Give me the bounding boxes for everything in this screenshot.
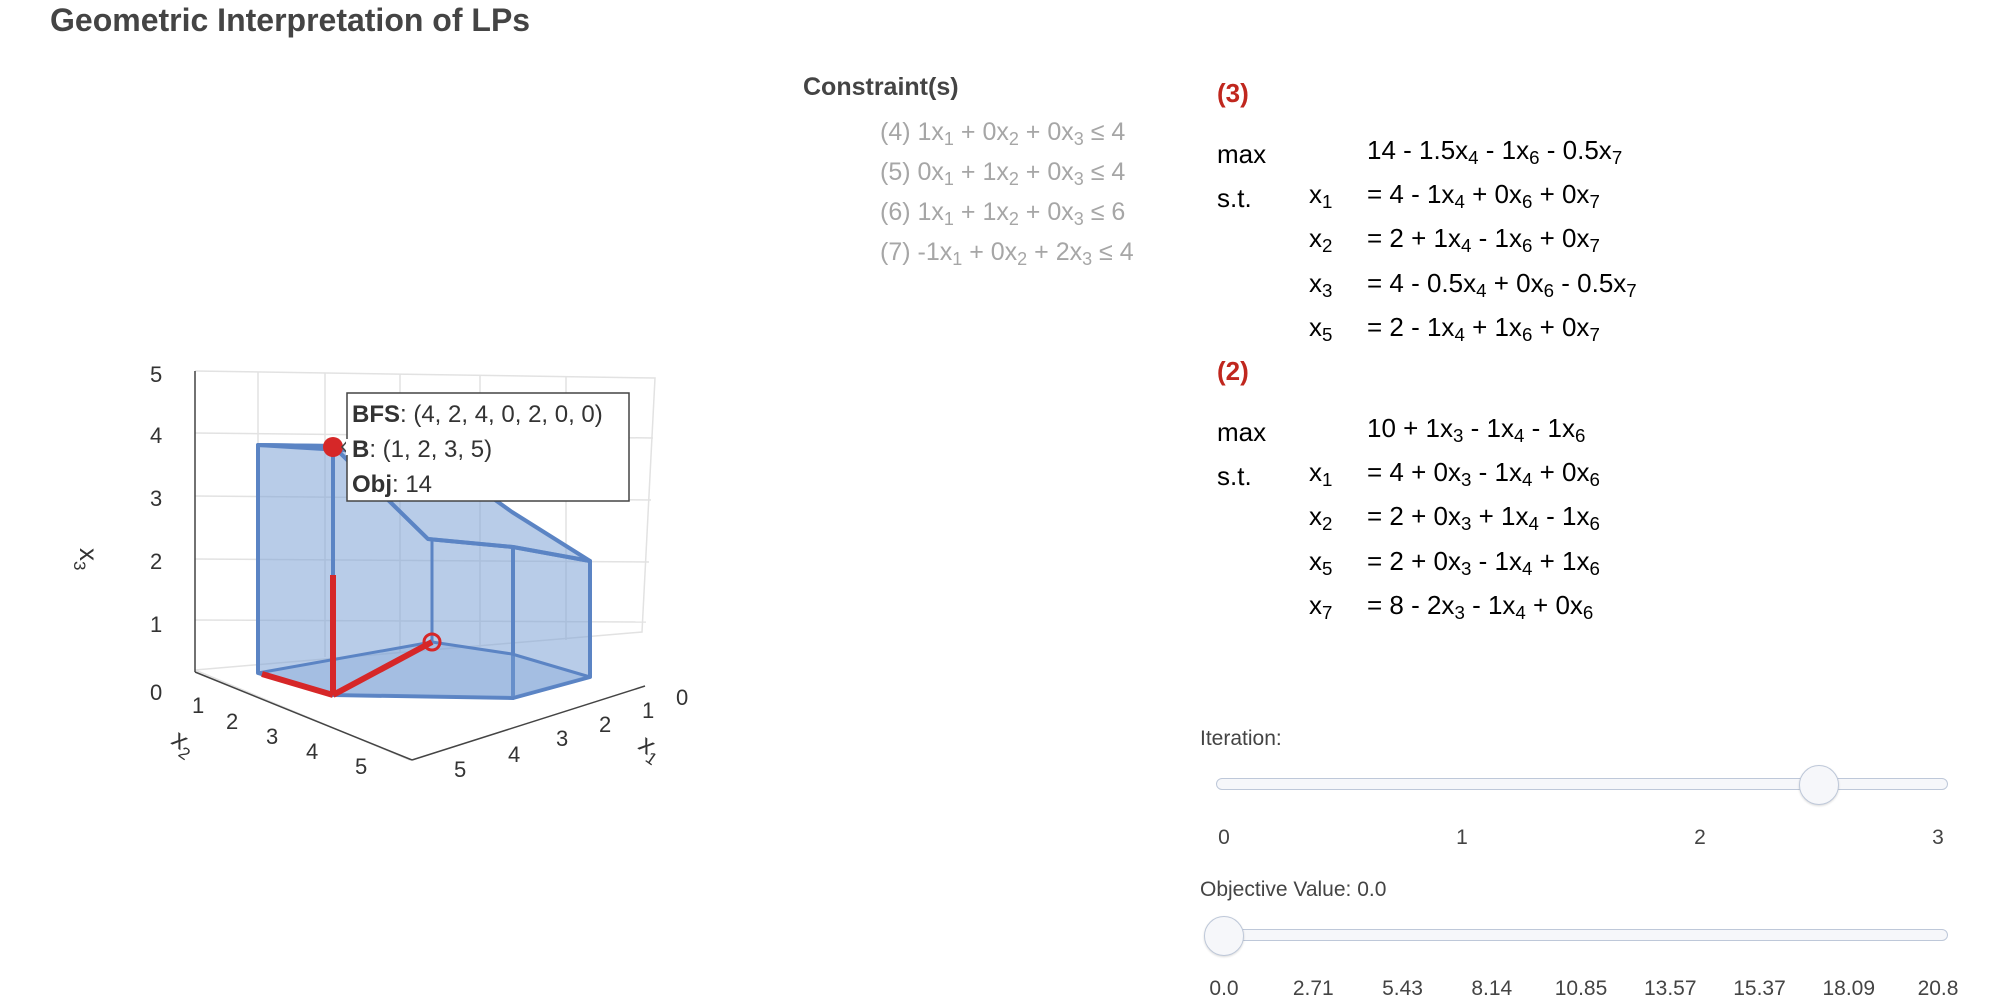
- slider-tick-label: 20.8: [1917, 977, 1959, 1000]
- objective-expr: 14 - 1.5x4 - 1x6 - 0.5x7: [1367, 135, 1623, 169]
- z-tick: 3: [150, 486, 162, 511]
- z-tick: 4: [150, 423, 162, 448]
- tableau-3: (3) max 14 - 1.5x4 - 1x6 - 0.5x7 s.t. x1…: [1217, 78, 1637, 353]
- objective-row: max 10 + 1x3 - 1x4 - 1x6: [1217, 410, 1600, 454]
- z-tick: 1: [150, 612, 162, 637]
- svg-text:x3: x3: [70, 548, 104, 570]
- row-expr: = 8 - 2x3 - 1x4 + 0x6: [1367, 589, 1594, 624]
- z-tick-labels: 5 4 3 2 1 0: [150, 362, 162, 705]
- polytope-3d-plot[interactable]: 5 4 3 2 1 0 1 2 3 4 5 5 4 3 2 1 0 x3 x2 …: [0, 0, 900, 1000]
- slider-tick-label: 0.0: [1209, 977, 1239, 1000]
- slider-tick-label: 8.14: [1471, 977, 1513, 1000]
- y-tick: 3: [266, 724, 278, 749]
- slider-tick-label: 5.43: [1382, 977, 1423, 1000]
- dictionary-table: max 10 + 1x3 - 1x4 - 1x6 s.t. x1 = 4 + 0…: [1217, 410, 1600, 631]
- y-tick: 5: [355, 754, 367, 779]
- constraint-row: s.t. x1 = 4 - 1x4 + 0x6 + 0x7: [1217, 176, 1637, 220]
- hover-tooltip: BFS: (4, 2, 4, 0, 2, 0, 0) B: (1, 2, 3, …: [340, 392, 630, 502]
- basic-var: x2: [1309, 223, 1333, 257]
- x-tick: 3: [556, 726, 568, 751]
- polytope-left-face: [256, 443, 335, 697]
- iteration-slider-handle[interactable]: [1799, 765, 1839, 805]
- slider-tick-label: 1: [1456, 826, 1468, 849]
- tableau-2: (2) max 10 + 1x3 - 1x4 - 1x6 s.t. x1 = 4…: [1217, 356, 1600, 631]
- slider-tick-label: 15.37: [1733, 977, 1786, 1000]
- dictionary-table: max 14 - 1.5x4 - 1x6 - 0.5x7 s.t. x1 = 4…: [1217, 132, 1637, 353]
- z-tick: 2: [150, 549, 162, 574]
- y-tick: 2: [226, 709, 238, 734]
- objective-slider-rail[interactable]: [1216, 929, 1948, 941]
- slider-tick-label: 13.57: [1643, 977, 1697, 1000]
- y-tick: 4: [306, 739, 318, 764]
- constraint-row[interactable]: (4) 1x1 + 0x2 + 0x3 ≤ 4: [880, 112, 1134, 152]
- row-expr: = 4 + 0x3 - 1x4 + 0x6: [1367, 457, 1600, 491]
- x-tick: 0: [676, 685, 688, 710]
- constraint-row[interactable]: (7) -1x1 + 0x2 + 2x3 ≤ 4: [880, 232, 1134, 272]
- basic-var: x7: [1309, 589, 1333, 624]
- tooltip-basis: B: (1, 2, 3, 5): [352, 436, 492, 463]
- constraint-row[interactable]: (6) 1x1 + 1x2 + 0x3 ≤ 6: [880, 192, 1134, 232]
- x-axis-title: x1: [631, 728, 669, 769]
- objective-slider-label: Objective Value: 0.0: [1200, 878, 1387, 901]
- basic-var: x5: [1309, 311, 1333, 346]
- slider-tick-label: 18.09: [1822, 977, 1876, 1000]
- x-tick: 5: [454, 757, 466, 782]
- constraints-list: (4) 1x1 + 0x2 + 0x3 ≤ 4 (5) 0x1 + 1x2 + …: [880, 112, 1134, 272]
- row-expr: = 2 + 0x3 + 1x4 - 1x6: [1367, 501, 1600, 535]
- x-tick: 2: [599, 712, 611, 737]
- x-tick: 4: [508, 742, 520, 767]
- x-tick: 1: [642, 698, 654, 723]
- y-axis-title: x2: [164, 723, 202, 764]
- constraint-row: x5 = 2 + 0x3 - 1x4 + 1x6: [1217, 543, 1600, 587]
- slider-tick-label: 10.85: [1554, 977, 1608, 1000]
- objective-slider-handle[interactable]: [1204, 916, 1244, 956]
- tableau-label: (3): [1217, 78, 1249, 108]
- constraint-row: x5 = 2 - 1x4 + 1x6 + 0x7: [1217, 309, 1637, 353]
- row-expr: = 4 - 0.5x4 + 0x6 - 0.5x7: [1367, 267, 1637, 301]
- z-axis-title: x3: [70, 548, 104, 570]
- row-expr: = 4 - 1x4 + 0x6 + 0x7: [1367, 179, 1600, 213]
- basic-var: x3: [1309, 267, 1333, 301]
- objective-row: max 14 - 1.5x4 - 1x6 - 0.5x7: [1217, 132, 1637, 176]
- basic-var: x1: [1309, 457, 1333, 491]
- constraint-row: x3 = 4 - 0.5x4 + 0x6 - 0.5x7: [1217, 265, 1637, 309]
- row-expr: = 2 + 1x4 - 1x6 + 0x7: [1367, 223, 1600, 257]
- tooltip-objective: Obj: 14: [352, 471, 432, 498]
- tooltip-bfs: BFS: (4, 2, 4, 0, 2, 0, 0): [352, 401, 603, 428]
- slider-tick-label: 2.71: [1292, 977, 1334, 1000]
- basic-var: x2: [1309, 501, 1333, 535]
- svg-text:x1: x1: [631, 728, 669, 769]
- tableau-label: (2): [1217, 356, 1249, 386]
- slider-tick-label: 2: [1694, 826, 1706, 849]
- constraint-row: x2 = 2 + 0x3 + 1x4 - 1x6: [1217, 498, 1600, 542]
- constraint-row[interactable]: (5) 0x1 + 1x2 + 0x3 ≤ 4: [880, 152, 1134, 192]
- constraint-row: s.t. x1 = 4 + 0x3 - 1x4 + 0x6: [1217, 454, 1600, 498]
- objective-expr: 10 + 1x3 - 1x4 - 1x6: [1367, 413, 1586, 447]
- basic-var: x1: [1309, 179, 1333, 213]
- y-tick: 1: [192, 693, 204, 718]
- basic-var: x5: [1309, 545, 1333, 579]
- current-vertex-marker[interactable]: [323, 437, 343, 457]
- iteration-slider-label: Iteration:: [1200, 727, 1282, 750]
- z-tick: 0: [150, 680, 162, 705]
- row-expr: = 2 + 0x3 - 1x4 + 1x6: [1367, 545, 1600, 579]
- slider-tick-label: 0: [1218, 826, 1230, 849]
- constraints-heading: Constraint(s): [803, 73, 959, 101]
- z-tick: 5: [150, 362, 162, 387]
- row-expr: = 2 - 1x4 + 1x6 + 0x7: [1367, 311, 1600, 346]
- constraint-row: x7 = 8 - 2x3 - 1x4 + 0x6: [1217, 587, 1600, 631]
- svg-text:x2: x2: [164, 723, 202, 764]
- constraint-row: x2 = 2 + 1x4 - 1x6 + 0x7: [1217, 220, 1637, 264]
- slider-tick-label: 3: [1932, 826, 1944, 849]
